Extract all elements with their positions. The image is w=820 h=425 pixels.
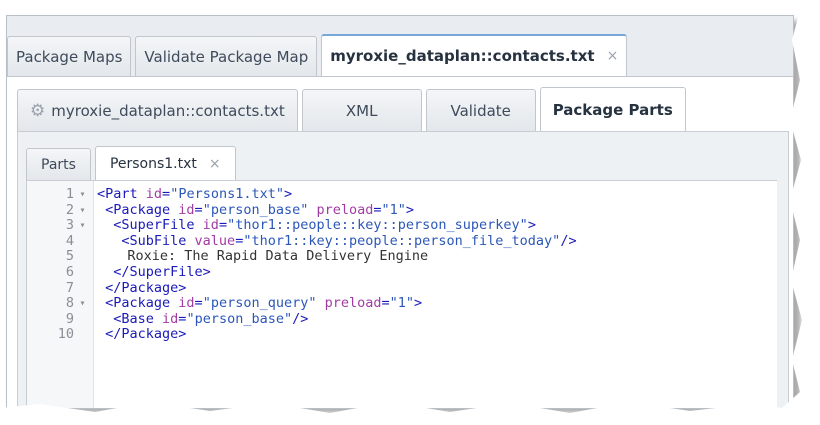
torn-paper-edge xyxy=(0,0,820,425)
